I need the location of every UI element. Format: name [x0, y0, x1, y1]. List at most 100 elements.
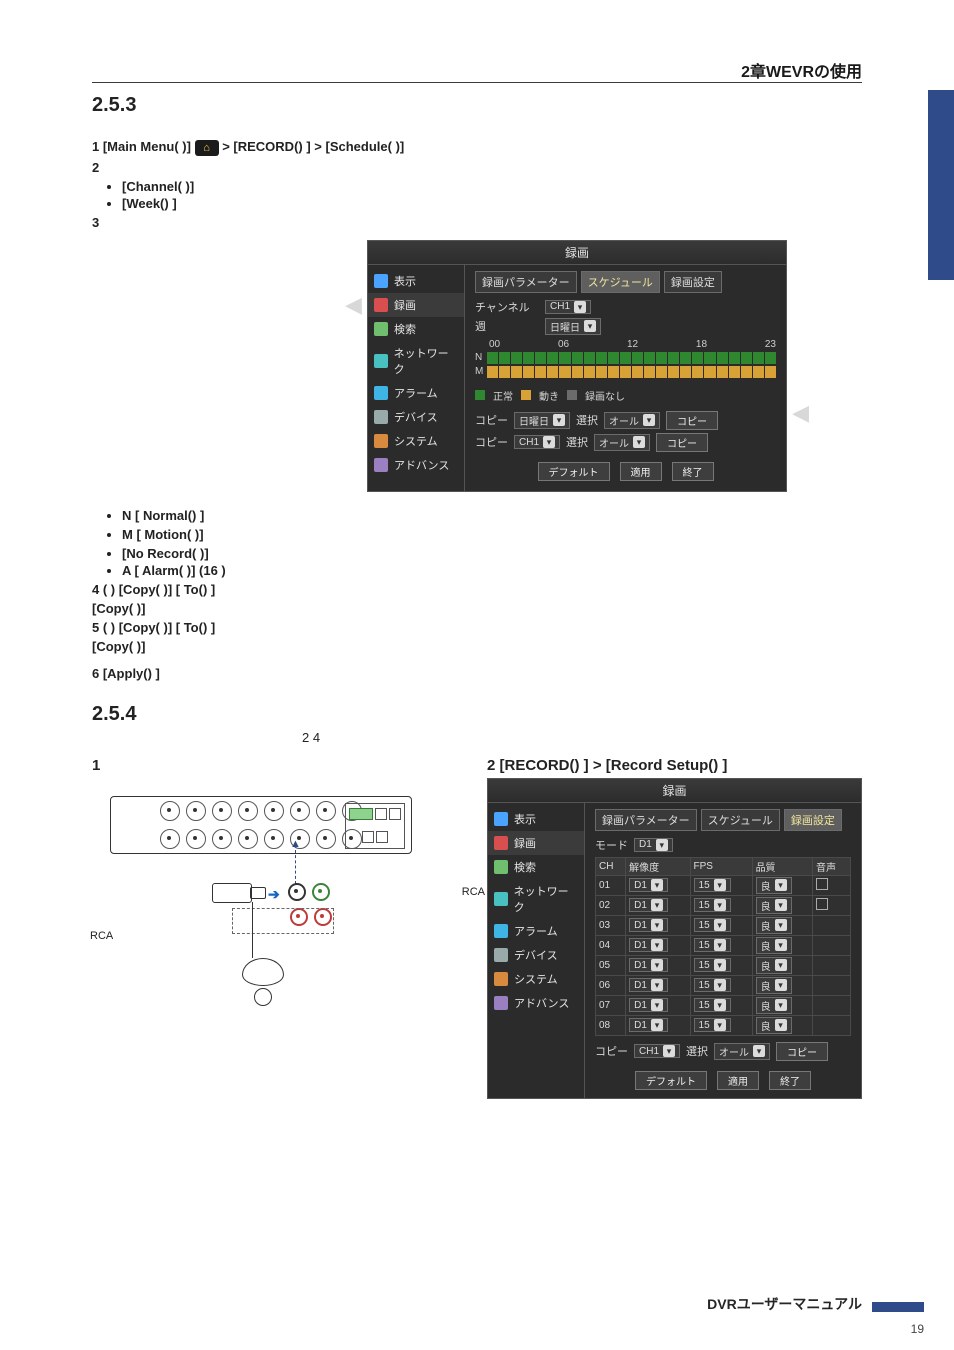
sidebar-item-device[interactable]: デバイス	[368, 405, 464, 429]
timeline-m[interactable]: M	[475, 366, 776, 378]
timeline-cell[interactable]	[668, 352, 679, 364]
cell-quality[interactable]: 良▾	[752, 995, 812, 1015]
tab-record-setup[interactable]: 録画設定	[664, 271, 722, 293]
cell-res[interactable]: D1▾	[626, 1015, 690, 1035]
timeline-cell[interactable]	[704, 366, 715, 378]
sidebar2-device[interactable]: デバイス	[488, 943, 584, 967]
cell-res[interactable]: D1▾	[626, 935, 690, 955]
timeline-cell[interactable]	[487, 366, 498, 378]
timeline-cell[interactable]	[535, 366, 546, 378]
cell-audio[interactable]	[813, 975, 851, 995]
exit-button[interactable]: 終了	[672, 462, 714, 481]
sidebar-item-alarm[interactable]: アラーム	[368, 381, 464, 405]
cell-res[interactable]: D1▾	[626, 995, 690, 1015]
cell-fps[interactable]: 15▾	[690, 975, 752, 995]
cell-audio[interactable]	[813, 995, 851, 1015]
cell-fps[interactable]: 15▾	[690, 935, 752, 955]
timeline-cell[interactable]	[632, 352, 643, 364]
cell-audio[interactable]	[813, 875, 851, 895]
cell-quality[interactable]: 良▾	[752, 935, 812, 955]
timeline-cell[interactable]	[620, 366, 631, 378]
sidebar2-search[interactable]: 検索	[488, 855, 584, 879]
timeline-cell[interactable]	[547, 366, 558, 378]
copy2-all-select[interactable]: オール▾	[714, 1043, 770, 1060]
sidebar2-record[interactable]: 録画	[488, 831, 584, 855]
timeline-cell[interactable]	[584, 366, 595, 378]
timeline-cell[interactable]	[523, 352, 534, 364]
sidebar2-system[interactable]: システム	[488, 967, 584, 991]
copy-week-all-select[interactable]: オール▾	[604, 412, 660, 429]
timeline-cell[interactable]	[741, 352, 752, 364]
timeline-cell[interactable]	[596, 352, 607, 364]
timeline-cell[interactable]	[511, 352, 522, 364]
copy2-ch-select[interactable]: CH1▾	[634, 1044, 680, 1058]
timeline-cell[interactable]	[729, 352, 740, 364]
timeline-cell[interactable]	[511, 366, 522, 378]
apply2-button[interactable]: 適用	[717, 1071, 759, 1090]
timeline-cell[interactable]	[765, 352, 776, 364]
cell-res[interactable]: D1▾	[626, 915, 690, 935]
timeline-cell[interactable]	[559, 352, 570, 364]
sidebar-item-system[interactable]: システム	[368, 429, 464, 453]
timeline-cell[interactable]	[499, 352, 510, 364]
tab2-record-setup[interactable]: 録画設定	[784, 809, 842, 831]
timeline-cell[interactable]	[717, 352, 728, 364]
cell-res[interactable]: D1▾	[626, 975, 690, 995]
timeline-cell[interactable]	[753, 352, 764, 364]
timeline-cell[interactable]	[499, 366, 510, 378]
cell-quality[interactable]: 良▾	[752, 975, 812, 995]
timeline-cell[interactable]	[717, 366, 728, 378]
tab2-record-param[interactable]: 録画パラメーター	[595, 809, 697, 831]
cell-res[interactable]: D1▾	[626, 875, 690, 895]
timeline-cell[interactable]	[584, 352, 595, 364]
timeline-cell[interactable]	[523, 366, 534, 378]
sidebar2-network[interactable]: ネットワーク	[488, 879, 584, 919]
cell-audio[interactable]	[813, 1015, 851, 1035]
cell-res[interactable]: D1▾	[626, 955, 690, 975]
copy2-button[interactable]: コピー	[776, 1042, 828, 1061]
timeline-cell[interactable]	[632, 366, 643, 378]
sidebar-item-display[interactable]: 表示	[368, 269, 464, 293]
timeline-cell[interactable]	[741, 366, 752, 378]
channel-select[interactable]: CH1▾	[545, 300, 591, 314]
timeline-cell[interactable]	[572, 366, 583, 378]
timeline-cell[interactable]	[729, 366, 740, 378]
sidebar2-alarm[interactable]: アラーム	[488, 919, 584, 943]
copy-ch-select[interactable]: CH1▾	[514, 435, 560, 449]
timeline-cell[interactable]	[656, 352, 667, 364]
week-select[interactable]: 日曜日▾	[545, 318, 601, 335]
cell-audio[interactable]	[813, 895, 851, 915]
timeline-cell[interactable]	[692, 366, 703, 378]
sidebar-item-record[interactable]: 録画	[368, 293, 464, 317]
cell-res[interactable]: D1▾	[626, 895, 690, 915]
timeline-cell[interactable]	[680, 352, 691, 364]
timeline-cell[interactable]	[704, 352, 715, 364]
cell-audio[interactable]	[813, 955, 851, 975]
copy-week-day-select[interactable]: 日曜日▾	[514, 412, 570, 429]
sidebar-item-search[interactable]: 検索	[368, 317, 464, 341]
timeline-cell[interactable]	[559, 366, 570, 378]
sidebar-item-network[interactable]: ネットワーク	[368, 341, 464, 381]
sidebar2-advance[interactable]: アドバンス	[488, 991, 584, 1015]
timeline-cell[interactable]	[644, 352, 655, 364]
timeline-cell[interactable]	[753, 366, 764, 378]
cell-quality[interactable]: 良▾	[752, 895, 812, 915]
timeline-cell[interactable]	[692, 352, 703, 364]
exit2-button[interactable]: 終了	[769, 1071, 811, 1090]
timeline-cell[interactable]	[620, 352, 631, 364]
timeline-cell[interactable]	[644, 366, 655, 378]
cell-audio[interactable]	[813, 915, 851, 935]
cell-fps[interactable]: 15▾	[690, 915, 752, 935]
cell-fps[interactable]: 15▾	[690, 995, 752, 1015]
timeline-cell[interactable]	[668, 366, 679, 378]
copy-ch-button[interactable]: コピー	[656, 433, 708, 452]
timeline-cell[interactable]	[547, 352, 558, 364]
cell-fps[interactable]: 15▾	[690, 895, 752, 915]
tab-schedule[interactable]: スケジュール	[581, 271, 660, 293]
timeline-cell[interactable]	[572, 352, 583, 364]
cell-quality[interactable]: 良▾	[752, 915, 812, 935]
timeline-cell[interactable]	[656, 366, 667, 378]
cell-quality[interactable]: 良▾	[752, 1015, 812, 1035]
cell-audio[interactable]	[813, 935, 851, 955]
cell-fps[interactable]: 15▾	[690, 1015, 752, 1035]
